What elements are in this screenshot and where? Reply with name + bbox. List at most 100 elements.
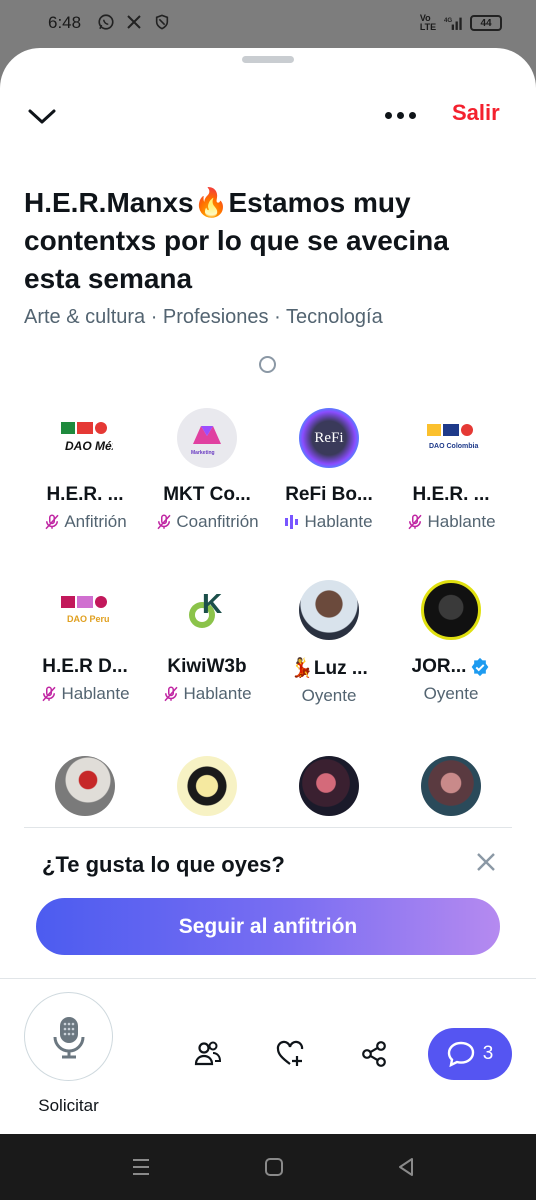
participant[interactable]: Marketing MKT Co... Coanfitrión bbox=[146, 408, 268, 554]
participant-name: JOR... bbox=[412, 656, 491, 678]
heart-plus-icon bbox=[276, 1040, 304, 1066]
follow-host-button[interactable]: Seguir al anfitrión bbox=[36, 898, 500, 955]
role-label: Hablante bbox=[427, 512, 496, 531]
avatar-photo[interactable] bbox=[177, 756, 237, 816]
whatsapp-icon bbox=[96, 12, 116, 32]
dao-peru-logo: DAO Peru bbox=[61, 596, 110, 624]
chevron-down-icon bbox=[28, 109, 56, 124]
role-label: Hablante bbox=[183, 684, 252, 703]
more-dot-icon bbox=[396, 111, 404, 119]
role-label: Oyente bbox=[301, 686, 357, 705]
refi-logo: ReFi bbox=[314, 429, 344, 446]
participants-grid: DAO México H.E.R. ... Anfitrión Marketin… bbox=[24, 408, 512, 726]
role-label: Hablante bbox=[61, 684, 130, 703]
leave-button[interactable]: Salir bbox=[452, 100, 500, 126]
avatar: K bbox=[177, 580, 237, 640]
participant-role: Anfitrión bbox=[43, 512, 127, 532]
mic-muted-icon bbox=[408, 514, 423, 530]
avatar: DAO México bbox=[55, 408, 115, 468]
avatar-photo[interactable] bbox=[299, 756, 359, 816]
participant-role: Oyente bbox=[302, 686, 357, 706]
comment-bubble-icon bbox=[447, 1041, 474, 1067]
space-sheet: Salir H.E.R.Manxs🔥Estamos muy contentxs … bbox=[0, 48, 536, 1134]
participant[interactable]: DAO Colombia H.E.R. ... Hablante bbox=[390, 408, 512, 554]
avatar: ReFi bbox=[299, 408, 359, 468]
participant-name: H.E.R. ... bbox=[46, 484, 124, 505]
participant[interactable]: DAO México H.E.R. ... Anfitrión bbox=[24, 408, 146, 554]
participant-role: Oyente bbox=[424, 684, 479, 704]
avatar-photo[interactable] bbox=[421, 756, 481, 816]
participant-name: KiwiW3b bbox=[167, 656, 247, 677]
battery-indicator: 44 bbox=[470, 15, 502, 31]
recent-apps-icon[interactable] bbox=[130, 1156, 152, 1178]
share-icon bbox=[362, 1041, 386, 1067]
avatar: DAO Peru bbox=[55, 580, 115, 640]
participants-row-partial bbox=[24, 756, 512, 816]
role-label: Hablante bbox=[304, 512, 373, 531]
role-label: Oyente bbox=[423, 684, 479, 703]
participant-name: ReFi Bo... bbox=[285, 484, 373, 505]
logo-text: Marketing bbox=[191, 450, 215, 456]
avatar-photo bbox=[299, 580, 359, 640]
request-label: Solicitar bbox=[38, 1096, 99, 1115]
mic-muted-icon bbox=[45, 514, 59, 530]
participant[interactable]: DAO Peru H.E.R D... Hablante bbox=[24, 580, 146, 726]
space-topics: Arte & cultura · Profesiones · Tecnologí… bbox=[24, 306, 383, 328]
drag-handle[interactable] bbox=[242, 56, 294, 63]
marketing-logo: Marketing bbox=[191, 426, 221, 456]
more-options-button[interactable] bbox=[380, 100, 420, 130]
collapse-button[interactable] bbox=[24, 98, 60, 134]
avatar: Marketing bbox=[177, 408, 237, 468]
volte-icon: Vo LTE bbox=[419, 13, 437, 32]
home-icon[interactable] bbox=[263, 1156, 285, 1178]
participant-name: 💃Luz ... bbox=[290, 658, 368, 679]
comments-count: 3 bbox=[482, 1043, 494, 1064]
participant[interactable]: K KiwiW3b Hablante bbox=[146, 580, 268, 726]
more-dot-icon bbox=[384, 111, 392, 119]
role-label: Anfitrión bbox=[64, 512, 127, 531]
avatar-photo[interactable] bbox=[55, 756, 115, 816]
microphone-icon bbox=[53, 1016, 84, 1058]
avatar-photo bbox=[421, 580, 481, 640]
participant[interactable]: ReFi ReFi Bo... Hablante bbox=[268, 408, 390, 554]
close-icon bbox=[477, 853, 495, 871]
request-mic-button[interactable] bbox=[24, 992, 113, 1081]
participant-name: H.E.R. ... bbox=[412, 484, 490, 505]
participants-button[interactable] bbox=[192, 1038, 224, 1070]
more-dot-icon bbox=[408, 111, 416, 119]
logo-text: DAO Peru bbox=[67, 614, 110, 624]
share-button[interactable] bbox=[358, 1038, 390, 1070]
participant-role: Coanfitrión bbox=[155, 512, 259, 532]
participant-role: Hablante bbox=[406, 512, 496, 532]
participant[interactable]: JOR... Oyente bbox=[390, 580, 512, 726]
system-nav-bar bbox=[0, 1134, 536, 1200]
verified-badge-icon bbox=[472, 657, 489, 677]
status-bar: 6:48 Vo LTE 4G 44 bbox=[0, 0, 536, 46]
shield-icon bbox=[152, 12, 172, 32]
follow-prompt-question: ¿Te gusta lo que oyes? bbox=[42, 852, 285, 877]
participant-role: Hablante bbox=[40, 684, 130, 704]
react-button[interactable] bbox=[274, 1038, 306, 1070]
avatar: DAO Colombia bbox=[421, 408, 481, 468]
mic-muted-icon bbox=[157, 514, 171, 530]
close-prompt-button[interactable] bbox=[474, 850, 498, 874]
participant-role: Hablante bbox=[285, 512, 373, 532]
comments-button[interactable]: 3 bbox=[428, 1028, 512, 1080]
people-icon bbox=[194, 1041, 222, 1066]
participant-name-text: JOR... bbox=[411, 656, 467, 677]
logo-text: DAO México bbox=[65, 439, 113, 453]
mic-muted-icon bbox=[164, 686, 179, 702]
notification-icons bbox=[96, 12, 172, 32]
svg-text:4G: 4G bbox=[444, 17, 452, 24]
top-bar: Salir bbox=[0, 92, 536, 136]
participant-role: Hablante bbox=[162, 684, 252, 704]
participant-name: MKT Co... bbox=[163, 484, 251, 505]
divider bbox=[24, 827, 512, 828]
participant[interactable]: 💃Luz ... Oyente bbox=[268, 580, 390, 726]
dao-colombia-logo: DAO Colombia bbox=[427, 424, 478, 450]
logo-text: DAO Colombia bbox=[429, 443, 478, 450]
back-icon[interactable] bbox=[395, 1156, 417, 1178]
dao-mexico-logo: DAO México bbox=[61, 422, 113, 453]
signal-icon: 4G bbox=[444, 13, 464, 33]
logo-text: K bbox=[202, 588, 222, 619]
